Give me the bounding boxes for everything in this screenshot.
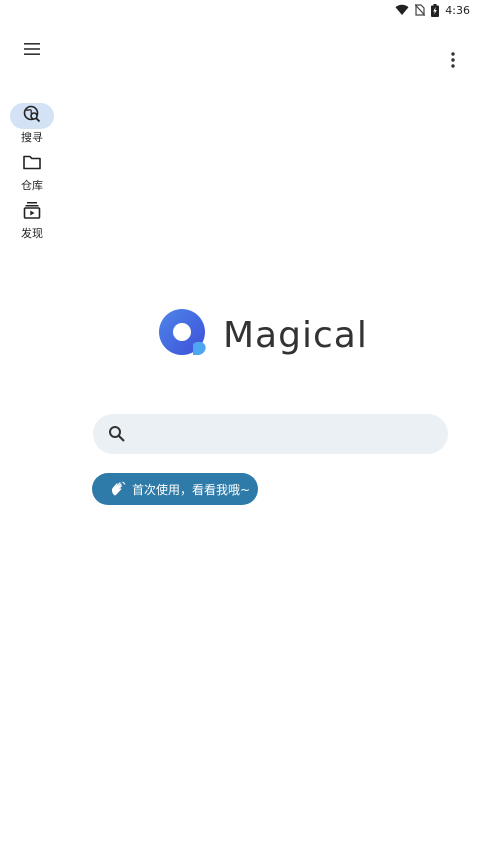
nav-label-repository: 仓库 — [21, 179, 43, 192]
magical-logo-icon — [159, 308, 209, 362]
nav-item-repository[interactable]: 仓库 — [0, 151, 64, 199]
nav-indicator — [10, 199, 54, 225]
status-bar: 4:36 — [0, 0, 477, 20]
screen: 4:36 搜寻 仓库 发现 Magical 首次使用，看看我哦~ — [0, 0, 477, 849]
nav-active-indicator — [10, 103, 54, 129]
search-bar[interactable] — [93, 414, 448, 454]
wifi-icon — [395, 4, 409, 16]
nav-indicator — [10, 151, 54, 177]
globe-search-icon — [23, 105, 41, 127]
nav-label-search: 搜寻 — [21, 131, 43, 144]
logo-text: Magical — [223, 314, 368, 356]
navigation-rail: 搜寻 仓库 发现 — [0, 103, 64, 247]
search-input[interactable] — [136, 414, 448, 454]
guide-chip-label: 首次使用，看看我哦~ — [132, 482, 251, 497]
folder-icon — [23, 154, 41, 174]
waving-hand-icon — [110, 481, 126, 497]
no-sim-icon — [415, 4, 426, 16]
subscriptions-icon — [23, 201, 41, 223]
nav-item-discover[interactable]: 发现 — [0, 199, 64, 247]
hamburger-menu-icon — [24, 40, 40, 59]
app-logo: Magical — [159, 308, 368, 362]
status-time: 4:36 — [445, 3, 470, 17]
nav-item-search[interactable]: 搜寻 — [0, 103, 64, 151]
search-icon — [108, 425, 126, 443]
battery-charging-icon — [431, 3, 440, 17]
more-options-button[interactable] — [441, 50, 465, 74]
more-vert-icon — [451, 52, 455, 72]
nav-label-discover: 发现 — [21, 227, 43, 240]
menu-button[interactable] — [20, 37, 44, 61]
first-use-guide-button[interactable]: 首次使用，看看我哦~ — [92, 473, 258, 505]
